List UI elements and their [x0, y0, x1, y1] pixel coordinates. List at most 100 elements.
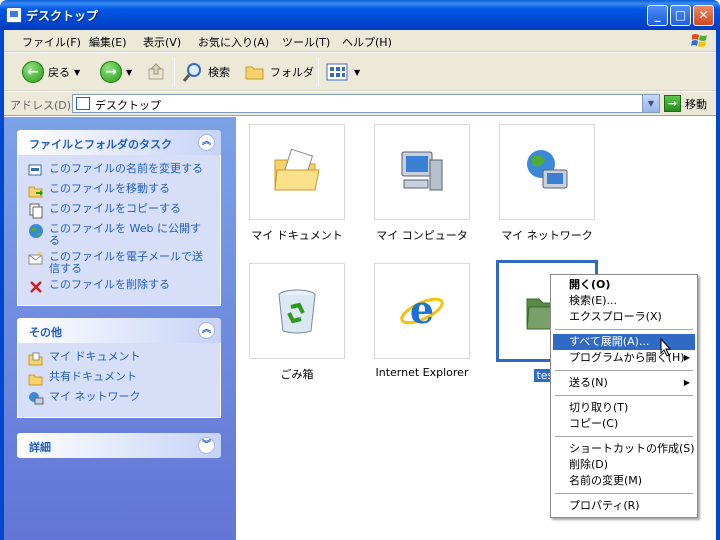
- toolbar-separator: [318, 58, 319, 86]
- folder-icon: [28, 374, 43, 386]
- menu-separator: [555, 370, 693, 371]
- views-icon: [326, 63, 348, 81]
- menu-rename[interactable]: 名前の変更(M): [553, 473, 695, 489]
- task-rename[interactable]: このファイルの名前を変更する: [28, 163, 210, 179]
- menu-edit[interactable]: 編集(E): [89, 34, 127, 50]
- address-bar: アドレス(D) デスクトップ ▼ → 移動: [4, 92, 716, 116]
- place-my-documents[interactable]: マイ ドキュメント: [28, 351, 210, 367]
- menu-help[interactable]: ヘルプ(H): [342, 34, 392, 50]
- views-button[interactable]: ▼: [326, 59, 360, 85]
- menu-delete[interactable]: 削除(D): [553, 457, 695, 473]
- chevron-down-icon[interactable]: ▼: [354, 68, 360, 77]
- desktop-item[interactable]: ごみ箱: [237, 263, 357, 382]
- task-copy[interactable]: このファイルをコピーする: [28, 203, 210, 219]
- standard-toolbar: ← 戻る ▼ → ▼ 検索 フォルダ ▼: [4, 53, 716, 91]
- context-menu: 開く(O) 検索(E)... エクスプローラ(X) すべて展開(A)... プロ…: [550, 274, 698, 518]
- address-label: アドレス(D): [10, 99, 72, 112]
- folder-documents-icon: [274, 148, 320, 191]
- windows-logo-icon: [691, 34, 707, 47]
- mouse-cursor-icon: [660, 338, 672, 357]
- menu-explorer[interactable]: エクスプローラ(X): [553, 309, 695, 325]
- expand-icon[interactable]: ︾: [198, 437, 215, 454]
- menu-extract-all[interactable]: すべて展開(A)...: [553, 334, 695, 350]
- desktop-icon: [6, 7, 22, 23]
- item-frame: [374, 124, 470, 220]
- panel-header[interactable]: 詳細 ︾: [17, 433, 221, 458]
- item-label: Internet Explorer: [375, 366, 469, 379]
- address-dropdown-button[interactable]: ▼: [642, 95, 659, 112]
- menu-send-to[interactable]: 送る(N) ▶: [553, 375, 695, 391]
- search-icon: [182, 63, 201, 82]
- panel-header[interactable]: その他 ︽: [17, 318, 221, 343]
- network-icon: [29, 392, 44, 405]
- place-label: 共有ドキュメント: [49, 370, 137, 383]
- folders-label: フォルダ: [270, 66, 314, 79]
- up-button[interactable]: [147, 59, 167, 85]
- title-bar[interactable]: デスクトップ _ □ ✕: [0, 0, 720, 30]
- file-folder-tasks-panel: ファイルとフォルダのタスク ︽ このファイルの名前を変更する このファイルを移動…: [17, 130, 221, 306]
- task-move[interactable]: このファイルを移動する: [28, 183, 210, 199]
- details-panel: 詳細 ︾: [17, 433, 221, 458]
- window-title: デスクトップ: [26, 9, 99, 23]
- chevron-down-icon[interactable]: ▼: [74, 68, 80, 77]
- menu-tools[interactable]: ツール(T): [282, 34, 330, 50]
- task-label: このファイルをコピーする: [49, 202, 181, 215]
- menu-cut[interactable]: 切り取り(T): [553, 400, 695, 416]
- network-icon: [527, 150, 568, 189]
- desktop-item[interactable]: マイ ドキュメント: [237, 124, 357, 243]
- menu-favorites[interactable]: お気に入り(A): [198, 34, 269, 50]
- address-input[interactable]: デスクトップ ▼: [72, 94, 660, 113]
- forward-button[interactable]: → ▼: [100, 59, 132, 85]
- menu-bar: ファイル(F) 編集(E) 表示(V) お気に入り(A) ツール(T) ヘルプ(…: [4, 30, 716, 52]
- collapse-icon[interactable]: ︽: [198, 322, 215, 339]
- menu-search[interactable]: 検索(E)...: [553, 293, 695, 309]
- panel-title: その他: [29, 326, 62, 339]
- submenu-arrow-icon: ▶: [683, 378, 690, 387]
- place-my-network[interactable]: マイ ネットワーク: [28, 391, 210, 407]
- globe-icon: [29, 224, 43, 238]
- other-places-panel: その他 ︽ マイ ドキュメント 共有ドキュメント マイ ネットワーク: [17, 318, 221, 418]
- menu-separator: [555, 493, 693, 494]
- go-button[interactable]: → 移動: [664, 95, 707, 112]
- place-shared-documents[interactable]: 共有ドキュメント: [28, 371, 210, 387]
- folders-button[interactable]: フォルダ: [244, 59, 314, 85]
- collapse-icon[interactable]: ︽: [198, 134, 215, 151]
- panel-title: 詳細: [29, 441, 51, 454]
- menu-open[interactable]: 開く(O): [553, 277, 695, 293]
- go-arrow-icon: →: [664, 95, 681, 112]
- task-label: このファイルを移動する: [49, 182, 170, 195]
- task-email[interactable]: このファイルを電子メールで送信する: [28, 251, 210, 275]
- panel-header[interactable]: ファイルとフォルダのタスク ︽: [17, 130, 221, 155]
- menu-properties[interactable]: プロパティ(R): [553, 498, 695, 514]
- close-button[interactable]: ✕: [693, 5, 714, 26]
- menu-open-with[interactable]: プログラムから開く(H) ▶: [553, 350, 695, 366]
- task-pane: ファイルとフォルダのタスク ︽ このファイルの名前を変更する このファイルを移動…: [4, 117, 236, 540]
- task-delete[interactable]: このファイルを削除する: [28, 279, 210, 295]
- recycle-bin-icon: [278, 289, 316, 334]
- item-label: マイ ドキュメント: [251, 229, 343, 242]
- item-label: マイ ネットワーク: [501, 229, 593, 242]
- desktop-item[interactable]: マイ コンピュータ: [362, 124, 482, 243]
- search-label: 検索: [208, 66, 230, 79]
- desktop-item[interactable]: e Internet Explorer: [362, 263, 482, 379]
- folder-icon: [245, 66, 264, 80]
- go-label: 移動: [685, 97, 707, 111]
- menu-create-shortcut[interactable]: ショートカットの作成(S): [553, 441, 695, 457]
- forward-arrow-icon: →: [100, 61, 122, 83]
- item-frame: [499, 124, 595, 220]
- menu-view[interactable]: 表示(V): [143, 34, 181, 50]
- panel-title: ファイルとフォルダのタスク: [29, 138, 172, 151]
- item-frame: [249, 263, 345, 359]
- maximize-button[interactable]: □: [670, 5, 691, 26]
- menu-copy[interactable]: コピー(C): [553, 416, 695, 432]
- minimize-button[interactable]: _: [647, 5, 668, 26]
- place-label: マイ ネットワーク: [49, 390, 141, 403]
- search-button[interactable]: 検索: [182, 59, 230, 85]
- svg-text:e: e: [410, 287, 434, 332]
- back-button[interactable]: ← 戻る ▼: [22, 59, 80, 85]
- desktop-item[interactable]: マイ ネットワーク: [487, 124, 607, 243]
- task-publish-web[interactable]: このファイルを Web に公開する: [28, 223, 210, 247]
- folder-documents-icon: [28, 352, 43, 366]
- menu-file[interactable]: ファイル(F): [22, 34, 81, 50]
- chevron-down-icon[interactable]: ▼: [126, 68, 132, 77]
